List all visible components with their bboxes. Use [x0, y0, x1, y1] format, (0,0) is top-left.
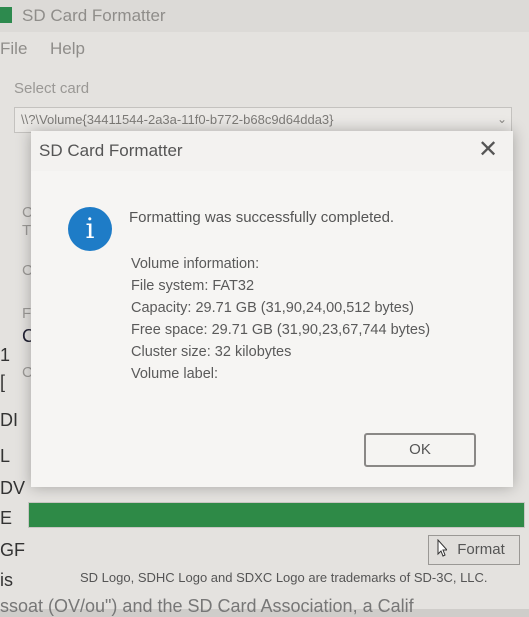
dialog-title: SD Card Formatter: [39, 141, 183, 160]
card-select-dropdown[interactable]: \\?\Volume{34411544-2a3a-11f0-b772-b68c9…: [14, 107, 512, 133]
bg-edge-fragment: E: [0, 508, 13, 528]
card-select-value: \\?\Volume{34411544-2a3a-11f0-b772-b68c9…: [21, 112, 334, 127]
bg-edge-fragment: L: [0, 446, 11, 466]
dialog-body: i Formatting was successfully completed.…: [31, 171, 513, 487]
mouse-cursor-icon: [437, 539, 447, 557]
volume-capacity: Capacity: 29.71 GB (31,90,24,00,512 byte…: [131, 300, 414, 316]
bg-edge-fragment: GF: [0, 540, 25, 560]
volume-label: Volume label:: [131, 366, 219, 382]
bg-edge-fragment: [: [0, 372, 6, 392]
menu-help[interactable]: Help: [50, 39, 85, 59]
title-bar: SD Card Formatter: [0, 0, 529, 32]
format-button[interactable]: Format: [428, 535, 520, 565]
bg-fragment: T: [22, 222, 32, 239]
trademark-notice: SD Logo, SDHC Logo and SDXC Logo are tra…: [80, 570, 488, 585]
bg-fragment: F: [22, 305, 32, 322]
bg-edge-fragment: DV: [0, 478, 26, 498]
volume-file-system: File system: FAT32: [131, 278, 255, 294]
success-message: Formatting was successfully completed.: [129, 209, 395, 226]
bg-edge-fragment: is: [0, 570, 13, 590]
bg-edge-fragment: 1: [0, 345, 11, 365]
chevron-down-icon: ⌄: [496, 112, 507, 126]
completion-dialog: SD Card Formatter ✕ i Formatting was suc…: [31, 131, 513, 487]
format-button-label: Format: [457, 541, 505, 558]
select-card-label: Select card: [14, 80, 90, 97]
bg-edge-fragment: DI: [0, 410, 18, 430]
close-icon[interactable]: ✕: [473, 136, 503, 164]
format-progress-bar: [28, 502, 525, 528]
menu-file[interactable]: File: [0, 39, 27, 59]
ok-button[interactable]: OK: [364, 433, 476, 467]
window-title: SD Card Formatter: [22, 6, 166, 25]
info-icon: i: [68, 207, 112, 251]
app-icon: [0, 7, 12, 23]
volume-cluster-size: Cluster size: 32 kilobytes: [131, 344, 292, 360]
menu-bar: File Help: [0, 34, 529, 62]
footer-cut-text: ssoat (OV/ou") and the SD Card Associati…: [0, 596, 414, 616]
volume-info-heading: Volume information:: [131, 256, 260, 272]
volume-free-space: Free space: 29.71 GB (31,90,23,67,744 by…: [131, 322, 431, 338]
